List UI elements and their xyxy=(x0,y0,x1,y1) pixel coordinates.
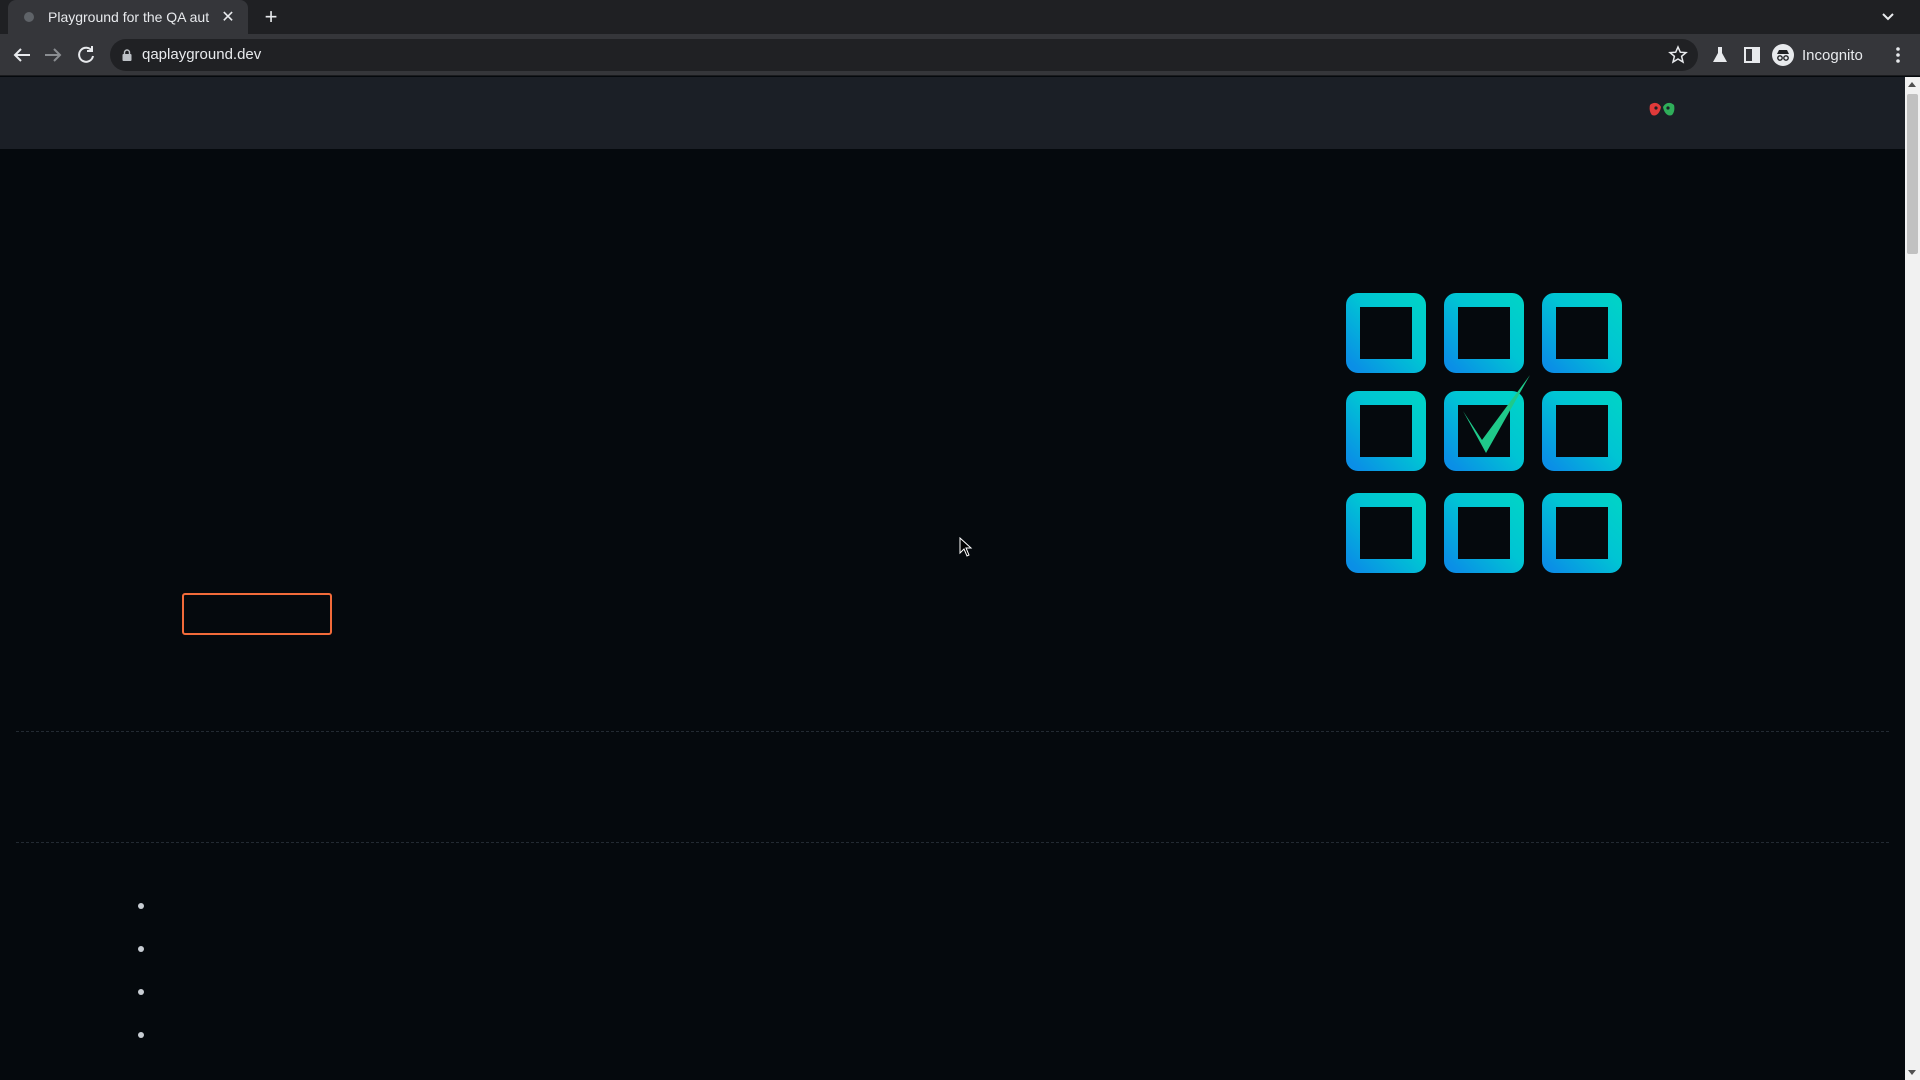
browser-tab[interactable]: Playground for the QA aut ✕ xyxy=(8,0,248,34)
reload-icon[interactable] xyxy=(74,43,98,67)
back-arrow-icon[interactable] xyxy=(10,43,34,67)
section-divider xyxy=(16,842,1889,843)
lock-icon[interactable] xyxy=(122,49,132,61)
tab-favicon-icon xyxy=(24,12,34,22)
browser-toolbar: qaplayground.dev Incognito xyxy=(0,34,1920,76)
incognito-label: Incognito xyxy=(1802,46,1863,64)
url-text: qaplayground.dev xyxy=(142,46,262,63)
address-bar[interactable]: qaplayground.dev xyxy=(110,39,1698,71)
scrollbar-thumb[interactable] xyxy=(1907,94,1918,254)
tab-strip: Playground for the QA aut ✕ + xyxy=(0,0,1920,34)
scroll-down-arrow-icon[interactable] xyxy=(1908,1070,1916,1075)
more-options-icon[interactable] xyxy=(1888,44,1908,66)
star-icon[interactable] xyxy=(1668,45,1688,65)
chevron-down-icon[interactable] xyxy=(1878,6,1898,26)
scroll-up-arrow-icon[interactable] xyxy=(1908,82,1916,87)
tab-title: Playground for the QA aut xyxy=(48,9,210,25)
forward-arrow-icon[interactable] xyxy=(41,43,65,67)
section-divider xyxy=(16,731,1889,732)
page-viewport xyxy=(0,77,1905,1080)
plus-icon[interactable]: + xyxy=(258,4,284,30)
vertical-scrollbar[interactable] xyxy=(1905,77,1920,1080)
side-panel-icon[interactable] xyxy=(1741,44,1763,66)
lab-flask-icon[interactable] xyxy=(1709,44,1731,66)
incognito-profile-button[interactable]: Incognito xyxy=(1772,41,1863,69)
incognito-icon xyxy=(1772,44,1794,66)
checkbox-grid-icon xyxy=(1346,293,1622,573)
site-header xyxy=(0,77,1905,149)
close-icon[interactable]: ✕ xyxy=(218,7,238,27)
primary-cta-button[interactable] xyxy=(182,593,332,635)
mask-logo-icon[interactable] xyxy=(1648,99,1676,123)
mouse-pointer-icon xyxy=(959,537,973,557)
